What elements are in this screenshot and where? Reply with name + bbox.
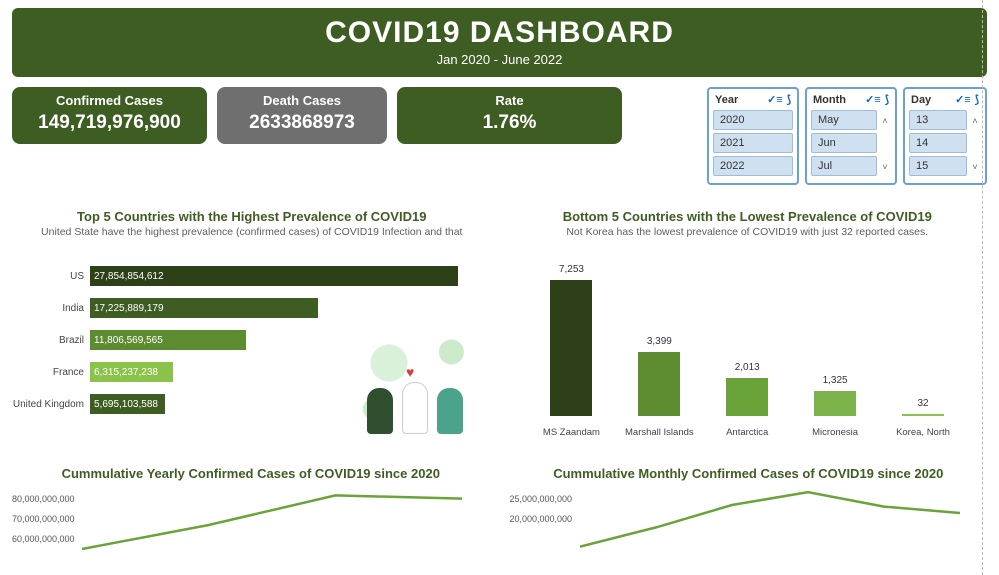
kpi-row: Confirmed Cases 149,719,976,900 Death Ca… bbox=[12, 87, 987, 185]
y-axis-tick-label: 25,000,000,000 bbox=[510, 494, 573, 504]
kpi-confirmed: Confirmed Cases 149,719,976,900 bbox=[12, 87, 207, 144]
slicer-day-option[interactable]: 15 bbox=[909, 156, 967, 176]
clear-filter-icon[interactable]: ⟆ bbox=[885, 93, 889, 106]
chart-cumulative-monthly-title: Cummulative Monthly Confirmed Cases of C… bbox=[510, 466, 988, 481]
y-axis-tick-label: 60,000,000,000 bbox=[12, 534, 75, 544]
chart-bottom5-title: Bottom 5 Countries with the Lowest Preva… bbox=[508, 209, 988, 224]
bottom5-bar: 32 bbox=[902, 414, 944, 416]
y-axis-tick-label: 80,000,000,000 bbox=[12, 494, 75, 504]
bottom5-value-label: 3,399 bbox=[638, 336, 680, 347]
bottom5-category-label: Micronesia bbox=[800, 427, 870, 438]
clear-filter-icon[interactable]: ⟆ bbox=[975, 93, 979, 106]
line-chart bbox=[580, 489, 960, 569]
kpi-rate: Rate 1.76% bbox=[397, 87, 622, 144]
slicer-year-option[interactable]: 2021 bbox=[713, 133, 793, 153]
clear-filter-icon[interactable]: ⟆ bbox=[787, 93, 791, 106]
scroll-up-icon[interactable]: ˄ bbox=[972, 117, 977, 126]
chart-bottom5-subtitle: Not Korea has the lowest prevalence of C… bbox=[508, 226, 988, 238]
kpi-deaths-label: Death Cases bbox=[217, 93, 387, 108]
top5-bar-row: India17,225,889,179 bbox=[12, 298, 492, 318]
bottom5-value-label: 2,013 bbox=[726, 362, 768, 373]
scroll-up-icon[interactable]: ˄ bbox=[882, 117, 887, 126]
y-axis-tick-label: 20,000,000,000 bbox=[510, 514, 573, 524]
top5-bar-row: US27,854,854,612 bbox=[12, 266, 492, 286]
kpi-confirmed-value: 149,719,976,900 bbox=[12, 112, 207, 134]
slicer-group: Year ✓≡ ⟆ 2020 2021 2022 Month ✓≡ ⟆ M bbox=[707, 87, 987, 185]
slicer-month-label: Month bbox=[813, 94, 846, 106]
kpi-rate-value: 1.76% bbox=[397, 112, 622, 134]
trend-line bbox=[580, 492, 960, 546]
bottom5-bar: 1,325 bbox=[814, 391, 856, 416]
top5-bar: 17,225,889,179 bbox=[90, 298, 318, 318]
top5-category-label: United Kingdom bbox=[12, 399, 90, 410]
y-axis-tick-label: 70,000,000,000 bbox=[12, 514, 75, 524]
top5-bar: 11,806,569,565 bbox=[90, 330, 246, 350]
bottom5-bar: 7,253 bbox=[550, 280, 592, 416]
person-icon bbox=[367, 388, 393, 434]
slicer-day[interactable]: Day ✓≡ ⟆ 13 ˄ 14 15 ˅ bbox=[903, 87, 987, 185]
chart-top5-subtitle: United State have the highest prevalence… bbox=[12, 226, 492, 238]
top5-category-label: Brazil bbox=[12, 335, 90, 346]
dashboard-title: COVID19 DASHBOARD bbox=[12, 16, 987, 50]
multiselect-icon[interactable]: ✓≡ bbox=[865, 93, 881, 106]
slicer-day-label: Day bbox=[911, 94, 931, 106]
bottom5-category-label: MS Zaandam bbox=[536, 427, 606, 438]
top5-bar: 6,315,237,238 bbox=[90, 362, 173, 382]
multiselect-icon[interactable]: ✓≡ bbox=[767, 93, 783, 106]
top5-category-label: India bbox=[12, 303, 90, 314]
dashboard-header: COVID19 DASHBOARD Jan 2020 - June 2022 bbox=[12, 8, 987, 77]
bottom5-category-label: Korea, North bbox=[888, 427, 958, 438]
chart-cumulative-yearly-title: Cummulative Yearly Confirmed Cases of CO… bbox=[12, 466, 490, 481]
dashboard-subtitle: Jan 2020 - June 2022 bbox=[12, 52, 987, 67]
person-icon bbox=[437, 388, 463, 434]
chart-cumulative-monthly: Cummulative Monthly Confirmed Cases of C… bbox=[510, 466, 988, 569]
bottom5-bar: 3,399 bbox=[638, 352, 680, 416]
slicer-month-option[interactable]: Jun bbox=[811, 133, 877, 153]
slicer-year-label: Year bbox=[715, 94, 738, 106]
bottom5-bar: 2,013 bbox=[726, 378, 768, 416]
chart-top5-title: Top 5 Countries with the Highest Prevale… bbox=[12, 209, 492, 224]
kpi-confirmed-label: Confirmed Cases bbox=[12, 93, 207, 108]
bottom5-value-label: 1,325 bbox=[814, 375, 856, 386]
scroll-down-icon[interactable]: ˅ bbox=[882, 163, 887, 172]
top5-bar: 5,695,103,588 bbox=[90, 394, 165, 414]
scroll-down-icon[interactable]: ˅ bbox=[972, 163, 977, 172]
slicer-day-option[interactable]: 13 bbox=[909, 110, 967, 130]
kpi-deaths: Death Cases 2633868973 bbox=[217, 87, 387, 144]
chart-bottom5: Bottom 5 Countries with the Lowest Preva… bbox=[508, 209, 988, 438]
slicer-month-option[interactable]: May bbox=[811, 110, 877, 130]
top5-category-label: US bbox=[12, 271, 90, 282]
slicer-month[interactable]: Month ✓≡ ⟆ May ˄ Jun Jul ˅ bbox=[805, 87, 897, 185]
trend-line bbox=[82, 495, 462, 549]
multiselect-icon[interactable]: ✓≡ bbox=[955, 93, 971, 106]
slicer-year-option[interactable]: 2022 bbox=[713, 156, 793, 176]
kpi-rate-label: Rate bbox=[397, 93, 622, 108]
bottom5-category-label: Marshall Islands bbox=[624, 427, 694, 438]
slicer-month-option[interactable]: Jul bbox=[811, 156, 877, 176]
line-chart bbox=[82, 489, 462, 569]
person-icon bbox=[402, 382, 428, 434]
bottom5-value-label: 32 bbox=[902, 398, 944, 409]
bottom5-value-label: 7,253 bbox=[550, 264, 592, 275]
slicer-year[interactable]: Year ✓≡ ⟆ 2020 2021 2022 bbox=[707, 87, 799, 185]
top5-category-label: France bbox=[12, 367, 90, 378]
chart-cumulative-yearly: Cummulative Yearly Confirmed Cases of CO… bbox=[12, 466, 490, 569]
bottom5-category-label: Antarctica bbox=[712, 427, 782, 438]
slicer-day-option[interactable]: 14 bbox=[909, 133, 967, 153]
kpi-deaths-value: 2633868973 bbox=[217, 112, 387, 134]
slicer-year-option[interactable]: 2020 bbox=[713, 110, 793, 130]
medical-team-illustration bbox=[350, 330, 480, 440]
top5-bar: 27,854,854,612 bbox=[90, 266, 458, 286]
